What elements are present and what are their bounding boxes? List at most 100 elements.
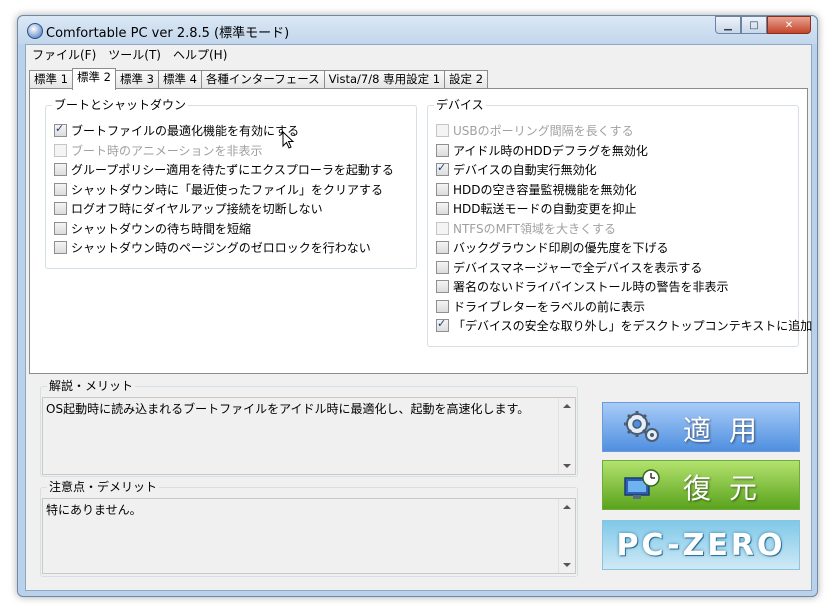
checkbox-label: ログオフ時にダイヤルアップ接続を切断しない bbox=[71, 202, 323, 217]
scroll-down-icon[interactable] bbox=[563, 563, 571, 567]
checkbox-row[interactable]: シャットダウン時に「最近使ったファイル」をクリアする bbox=[54, 180, 394, 200]
pc-clock-icon bbox=[624, 469, 660, 499]
tab-interfaces[interactable]: 各種インターフェース bbox=[200, 70, 325, 89]
minimize-button[interactable]: ▁ bbox=[715, 16, 741, 34]
app-icon[interactable] bbox=[27, 23, 43, 39]
checkbox-row[interactable]: シャットダウンの待ち時間を短縮 bbox=[54, 219, 394, 239]
description-title: 解説・メリット bbox=[47, 379, 136, 393]
checkbox[interactable] bbox=[436, 161, 449, 177]
checkbox-row[interactable]: 「デバイスの安全な取り外し」をデスクトップコンテキストに追加 bbox=[436, 316, 812, 336]
close-button[interactable]: ✕ bbox=[767, 16, 811, 34]
scroll-down-icon[interactable] bbox=[563, 464, 571, 468]
checkbox-label: シャットダウン時に「最近使ったファイル」をクリアする bbox=[71, 182, 384, 197]
checkbox[interactable] bbox=[54, 163, 67, 177]
boot-options-list: ブートファイルの最適化機能を有効にするブート時のアニメーションを非表示グループポ… bbox=[54, 121, 394, 258]
group-title: デバイス bbox=[434, 98, 486, 112]
caution-title: 注意点・デメリット bbox=[47, 480, 160, 494]
tab-standard-1[interactable]: 標準 1 bbox=[29, 70, 73, 89]
checkbox-label: アイドル時のHDDデフラグを無効化 bbox=[453, 143, 648, 158]
scroll-up-icon[interactable] bbox=[563, 505, 571, 509]
checkbox[interactable] bbox=[436, 317, 449, 333]
restore-button[interactable]: 復元 bbox=[602, 460, 800, 510]
checkbox-row[interactable]: グループポリシー適用を待たずにエクスプローラを起動する bbox=[54, 160, 394, 180]
checkbox-row: USBのポーリング間隔を長くする bbox=[436, 121, 812, 141]
checkbox bbox=[436, 221, 449, 235]
menu-tools[interactable]: ツール(T) bbox=[102, 45, 167, 65]
device-group: デバイス USBのポーリング間隔を長くするアイドル時のHDDデフラグを無効化デバ… bbox=[427, 98, 812, 347]
checkbox-label: NTFSのMFT領域を大きくする bbox=[453, 221, 616, 236]
checkbox-label: ドライブレターをラベルの前に表示 bbox=[453, 299, 646, 314]
checkbox-row[interactable]: HDDの空き容量監視機能を無効化 bbox=[436, 180, 812, 200]
minimize-icon: ▁ bbox=[724, 19, 732, 31]
tab-standard-2[interactable]: 標準 2 bbox=[71, 68, 116, 90]
client-area: ファイル(F) ツール(T) ヘルプ(H) 標準 1 標準 2 標準 3 標準 … bbox=[25, 44, 812, 591]
description-group: 解説・メリット OS起動時に読み込まれるブートファイルをアイドル時に最適化し、起… bbox=[40, 379, 578, 477]
tab-strip: 標準 1 標準 2 標準 3 標準 4 各種インターフェース Vista/7/8… bbox=[29, 68, 489, 90]
tab-page: ブートとシャットダウン ブートファイルの最適化機能を有効にするブート時のアニメー… bbox=[29, 88, 812, 374]
tab-standard-4[interactable]: 標準 4 bbox=[157, 70, 202, 89]
checkbox-label: デバイスの自動実行無効化 bbox=[453, 163, 597, 178]
checkbox[interactable] bbox=[54, 122, 67, 138]
checkbox[interactable] bbox=[436, 299, 449, 313]
checkbox[interactable] bbox=[436, 280, 449, 294]
title-bar[interactable]: Comfortable PC ver 2.8.5 (標準モード) ▁ □ ✕ bbox=[18, 16, 817, 44]
menu-file[interactable]: ファイル(F) bbox=[26, 45, 102, 65]
checkbox-row[interactable]: アイドル時のHDDデフラグを無効化 bbox=[436, 141, 812, 161]
close-icon: ✕ bbox=[784, 19, 794, 31]
window-controls: ▁ □ ✕ bbox=[715, 16, 811, 34]
tab-standard-3[interactable]: 標準 3 bbox=[114, 70, 159, 89]
description-textbox[interactable]: OS起動時に読み込まれるブートファイルをアイドル時に最適化し、起動を高速化します… bbox=[42, 397, 576, 475]
checkbox-label: HDDの空き容量監視機能を無効化 bbox=[453, 182, 637, 197]
checkbox-label: シャットダウン時のページングのゼロロックを行わない bbox=[71, 241, 371, 256]
checkbox bbox=[436, 124, 449, 138]
caution-group: 注意点・デメリット 特にありません。 bbox=[40, 480, 578, 577]
apply-label: 適用 bbox=[683, 414, 776, 447]
pc-zero-logo-button[interactable]: PC-ZERO bbox=[602, 520, 800, 570]
checkbox-row[interactable]: 署名のないドライバインストール時の警告を非表示 bbox=[436, 277, 812, 297]
caution-textbox[interactable]: 特にありません。 bbox=[42, 498, 576, 574]
checkbox[interactable] bbox=[436, 202, 449, 216]
checkbox-label: デバイスマネージャーで全デバイスを表示する bbox=[453, 260, 703, 275]
checkbox-label: グループポリシー適用を待たずにエクスプローラを起動する bbox=[71, 163, 394, 178]
scroll-up-icon[interactable] bbox=[563, 404, 571, 408]
checkbox-row[interactable]: デバイスマネージャーで全デバイスを表示する bbox=[436, 258, 812, 278]
checkbox[interactable] bbox=[436, 143, 449, 157]
checkbox[interactable] bbox=[54, 241, 67, 255]
checkbox-label: バックグラウンド印刷の優先度を下げる bbox=[453, 241, 669, 256]
checkbox bbox=[54, 143, 67, 157]
checkbox-row[interactable]: バックグラウンド印刷の優先度を下げる bbox=[436, 238, 812, 258]
checkbox-label: ブートファイルの最適化機能を有効にする bbox=[71, 124, 300, 139]
checkbox[interactable] bbox=[54, 221, 67, 235]
checkbox-row[interactable]: ブートファイルの最適化機能を有効にする bbox=[54, 121, 394, 141]
menu-help[interactable]: ヘルプ(H) bbox=[167, 45, 233, 65]
checkbox-row[interactable]: シャットダウン時のページングのゼロロックを行わない bbox=[54, 238, 394, 258]
checkbox[interactable] bbox=[54, 182, 67, 196]
tab-vista-settings-1[interactable]: Vista/7/8 専用設定 1 bbox=[323, 70, 446, 89]
pc-zero-logo: PC-ZERO bbox=[616, 527, 786, 563]
boot-shutdown-group: ブートとシャットダウン ブートファイルの最適化機能を有効にするブート時のアニメー… bbox=[45, 98, 417, 269]
apply-button[interactable]: 適用 bbox=[602, 402, 800, 452]
checkbox[interactable] bbox=[436, 260, 449, 274]
tab-settings-2[interactable]: 設定 2 bbox=[444, 70, 489, 89]
mouse-cursor-icon bbox=[282, 131, 295, 149]
checkbox[interactable] bbox=[436, 241, 449, 255]
caution-scrollbar[interactable] bbox=[558, 499, 575, 573]
checkbox-label: HDD転送モードの自動変更を抑止 bbox=[453, 202, 637, 217]
checkbox-row[interactable]: デバイスの自動実行無効化 bbox=[436, 160, 812, 180]
checkbox[interactable] bbox=[436, 182, 449, 196]
checkbox[interactable] bbox=[54, 202, 67, 216]
description-scrollbar[interactable] bbox=[558, 398, 575, 474]
checkbox-row: NTFSのMFT領域を大きくする bbox=[436, 219, 812, 239]
menu-bar: ファイル(F) ツール(T) ヘルプ(H) bbox=[26, 45, 811, 65]
checkbox-row: ブート時のアニメーションを非表示 bbox=[54, 141, 394, 161]
group-title: ブートとシャットダウン bbox=[52, 98, 189, 112]
checkbox-label: 署名のないドライバインストール時の警告を非表示 bbox=[453, 280, 729, 295]
checkbox-row[interactable]: ログオフ時にダイヤルアップ接続を切断しない bbox=[54, 199, 394, 219]
checkbox-row[interactable]: HDD転送モードの自動変更を抑止 bbox=[436, 199, 812, 219]
maximize-icon: □ bbox=[749, 19, 759, 31]
device-options-list: USBのポーリング間隔を長くするアイドル時のHDDデフラグを無効化デバイスの自動… bbox=[436, 121, 812, 336]
checkbox-row[interactable]: ドライブレターをラベルの前に表示 bbox=[436, 297, 812, 317]
restore-label: 復元 bbox=[683, 472, 776, 505]
maximize-button[interactable]: □ bbox=[741, 16, 767, 34]
app-window: Comfortable PC ver 2.8.5 (標準モード) ▁ □ ✕ フ… bbox=[17, 15, 818, 597]
